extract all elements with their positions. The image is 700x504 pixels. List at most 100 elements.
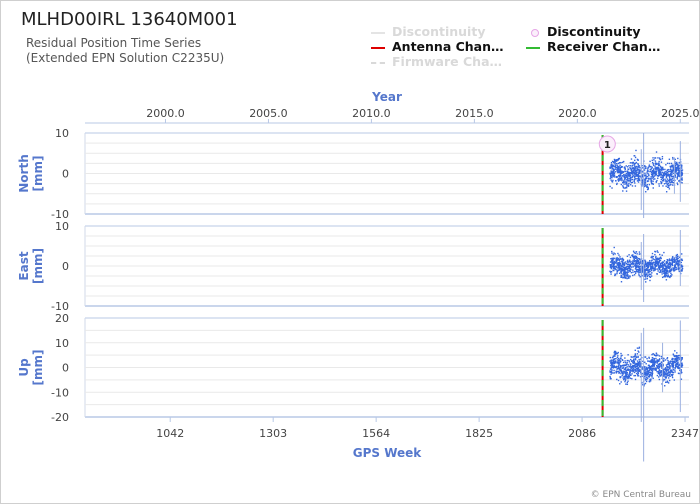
data-point bbox=[658, 185, 660, 187]
data-point bbox=[665, 176, 668, 179]
data-point bbox=[671, 165, 673, 168]
data-point bbox=[615, 366, 617, 368]
data-point bbox=[674, 265, 676, 268]
data-point bbox=[635, 372, 638, 375]
data-point bbox=[627, 364, 630, 366]
data-point bbox=[626, 371, 628, 374]
data-point bbox=[631, 178, 634, 181]
data-point bbox=[630, 178, 632, 181]
data-point bbox=[644, 378, 647, 380]
data-point bbox=[676, 356, 678, 358]
data-point bbox=[660, 180, 662, 183]
data-point bbox=[623, 375, 625, 378]
data-point bbox=[668, 379, 671, 382]
data-point bbox=[624, 261, 627, 263]
data-point bbox=[660, 176, 662, 178]
data-point bbox=[655, 257, 657, 259]
data-point bbox=[676, 178, 679, 180]
data-point bbox=[625, 165, 627, 167]
data-point bbox=[646, 368, 649, 370]
data-point bbox=[624, 375, 626, 378]
data-point bbox=[639, 370, 641, 373]
data-point bbox=[653, 359, 655, 362]
data-point bbox=[649, 279, 651, 282]
data-point bbox=[629, 183, 632, 186]
data-point bbox=[663, 251, 665, 254]
data-point bbox=[661, 254, 663, 256]
data-point bbox=[666, 265, 668, 267]
data-point bbox=[670, 373, 673, 376]
data-point bbox=[634, 177, 636, 179]
data-point bbox=[620, 381, 622, 383]
data-point bbox=[619, 262, 622, 265]
data-point bbox=[665, 261, 668, 263]
data-point bbox=[664, 268, 666, 270]
data-point bbox=[651, 177, 653, 180]
data-point bbox=[668, 276, 670, 278]
data-point bbox=[634, 272, 637, 274]
data-point bbox=[638, 261, 640, 264]
data-point bbox=[672, 364, 674, 367]
data-point bbox=[653, 357, 655, 360]
data-point bbox=[631, 356, 633, 358]
data-point bbox=[629, 162, 632, 164]
data-point bbox=[625, 370, 627, 372]
data-point bbox=[636, 367, 639, 370]
data-point bbox=[672, 179, 674, 182]
data-point bbox=[633, 164, 635, 166]
data-point bbox=[623, 368, 626, 371]
data-point bbox=[670, 183, 672, 186]
data-point bbox=[621, 172, 623, 174]
top-axis-tick-label: 2020.0 bbox=[558, 107, 597, 120]
data-point bbox=[660, 167, 663, 169]
data-point bbox=[659, 257, 661, 259]
data-point bbox=[618, 162, 621, 164]
data-point bbox=[655, 353, 658, 355]
data-point bbox=[664, 371, 666, 373]
data-point bbox=[665, 180, 667, 182]
data-point bbox=[663, 183, 666, 185]
data-point bbox=[672, 373, 674, 376]
y-axis-unit: [mm] bbox=[31, 350, 45, 386]
data-point bbox=[637, 372, 640, 375]
data-point bbox=[675, 359, 678, 361]
data-point bbox=[648, 371, 651, 374]
data-point bbox=[678, 173, 680, 176]
plot-area: 2000.0 2005.0 2010.0 2015.0 2020.0 2025.0 Year… bbox=[17, 90, 699, 462]
data-point bbox=[674, 176, 677, 178]
data-point bbox=[645, 191, 647, 193]
data-point bbox=[627, 261, 629, 264]
data-point bbox=[661, 276, 664, 279]
top-axis-tick-label: 2025.0 bbox=[661, 107, 699, 120]
data-point bbox=[646, 274, 648, 276]
data-point bbox=[638, 274, 640, 277]
data-point bbox=[626, 176, 628, 179]
data-point bbox=[644, 265, 646, 268]
data-point bbox=[627, 275, 629, 277]
data-point bbox=[648, 364, 650, 366]
data-point bbox=[621, 358, 623, 361]
data-series-east bbox=[609, 246, 684, 283]
data-point bbox=[634, 363, 637, 365]
data-point bbox=[666, 178, 669, 180]
data-point bbox=[672, 260, 674, 262]
data-point bbox=[634, 159, 636, 162]
data-point bbox=[651, 166, 653, 168]
data-point bbox=[611, 170, 613, 172]
data-point bbox=[626, 368, 629, 370]
data-point bbox=[654, 171, 656, 173]
data-point bbox=[661, 268, 663, 271]
data-point bbox=[651, 268, 653, 270]
data-point bbox=[629, 276, 631, 278]
data-point bbox=[681, 371, 683, 374]
data-point bbox=[637, 260, 639, 262]
data-point bbox=[609, 356, 612, 359]
data-point bbox=[638, 273, 640, 275]
data-point bbox=[614, 164, 616, 166]
data-point bbox=[634, 182, 636, 184]
data-point bbox=[676, 168, 678, 171]
data-point bbox=[644, 260, 647, 263]
data-point bbox=[653, 168, 655, 170]
data-point bbox=[678, 175, 681, 178]
data-point bbox=[667, 377, 670, 379]
